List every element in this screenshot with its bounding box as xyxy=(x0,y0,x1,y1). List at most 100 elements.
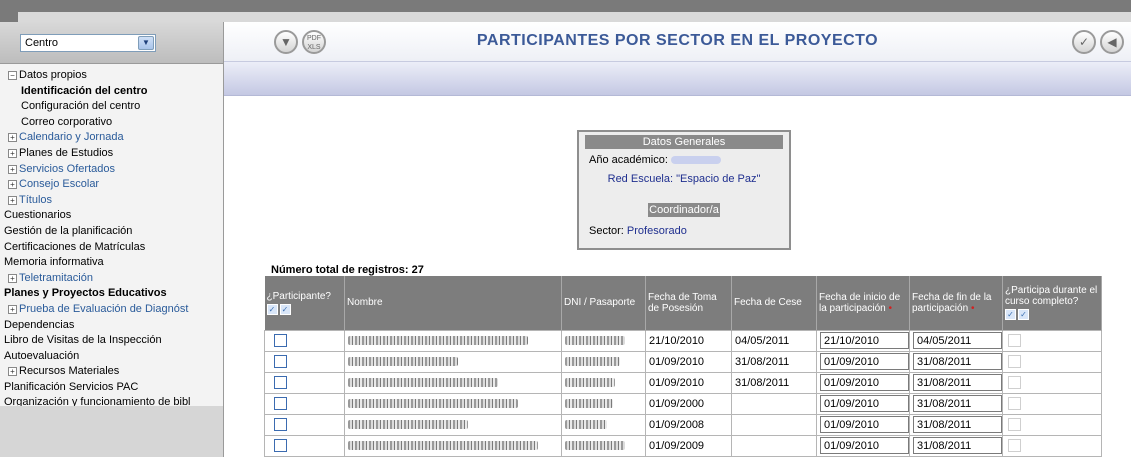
participant-cell xyxy=(264,329,345,352)
sidebar-item[interactable]: + Calendario y Jornada xyxy=(0,130,223,146)
participant-cell xyxy=(264,434,345,457)
participants-table: ¿Participante? ✓ ✓ Nombre DNI / Pasaporte… xyxy=(264,276,1102,457)
curso-completo-checkbox[interactable] xyxy=(1008,439,1021,452)
fecha-fin-cell: 04/05/2011 xyxy=(909,329,1003,352)
sidebar-item[interactable]: Planes y Proyectos Educativos xyxy=(0,286,223,302)
participant-checkbox[interactable] xyxy=(274,439,287,452)
participant-checkbox[interactable] xyxy=(274,397,287,410)
curso-completo-checkbox[interactable] xyxy=(1008,355,1021,368)
sidebar-item[interactable]: Gestión de la planificación xyxy=(0,224,223,240)
curso-completo-checkbox[interactable] xyxy=(1008,376,1021,389)
sidebar-item-label: Recursos Materiales xyxy=(19,365,120,378)
sidebar-item-label: Planificación Servicios PAC xyxy=(4,380,139,393)
sidebar-item[interactable]: Identificación del centro xyxy=(0,84,223,100)
sidebar-item[interactable]: Dependencias xyxy=(0,318,223,334)
col-curso-completo-label: ¿Participa durante el curso completo? xyxy=(1005,285,1098,308)
fecha-inicio-input[interactable]: 01/09/2010 xyxy=(820,395,909,412)
sidebar-item[interactable]: + Servicios Ofertados xyxy=(0,162,223,178)
participant-checkbox[interactable] xyxy=(274,355,287,368)
fecha-fin-input[interactable]: 31/08/2011 xyxy=(913,416,1002,433)
select-all-icon[interactable]: ✓ xyxy=(266,303,278,315)
total-records: Número total de registros: 27 xyxy=(271,264,424,276)
expand-icon[interactable]: + xyxy=(8,180,17,190)
fecha-inicio-input[interactable]: 01/09/2010 xyxy=(820,416,909,433)
expand-icon[interactable]: + xyxy=(8,164,17,174)
curso-completo-checkbox[interactable] xyxy=(1008,418,1021,431)
fecha-fin-input[interactable]: 31/08/2011 xyxy=(913,374,1002,391)
fecha-inicio-input[interactable]: 01/09/2010 xyxy=(820,437,909,454)
sidebar-item-label: Cuestionarios xyxy=(4,209,72,222)
sidebar-item[interactable]: + Recursos Materiales xyxy=(0,364,223,380)
sidebar-header: Centro ▼ xyxy=(0,22,223,64)
sidebar-item[interactable]: Correo corporativo xyxy=(0,115,223,131)
expand-icon[interactable]: + xyxy=(8,148,17,158)
academic-year-row: Año académico: xyxy=(589,154,789,166)
select-all-icon[interactable]: ✓ xyxy=(1005,309,1016,321)
curso-completo-cell xyxy=(1002,329,1102,352)
sidebar-item[interactable]: − Datos propios xyxy=(0,68,223,84)
col-dni: DNI / Pasaporte xyxy=(561,276,646,330)
expand-icon[interactable]: + xyxy=(8,367,17,377)
fecha-inicio-input[interactable]: 01/09/2010 xyxy=(820,353,909,370)
participant-cell xyxy=(264,392,345,415)
window-top-bar xyxy=(0,0,1131,22)
expand-icon[interactable]: + xyxy=(8,133,17,143)
name-redacted xyxy=(348,420,468,430)
deselect-all-icon[interactable]: ✓ xyxy=(279,303,291,315)
dni-redacted xyxy=(565,378,615,388)
sidebar-item[interactable]: + Teletramitación xyxy=(0,271,223,287)
accept-check-icon[interactable]: ✓ xyxy=(1072,30,1096,54)
sidebar-item[interactable]: + Consejo Escolar xyxy=(0,177,223,193)
dni-cell xyxy=(561,329,646,352)
dni-cell xyxy=(561,392,646,415)
expand-icon[interactable]: + xyxy=(8,273,17,283)
sidebar-item[interactable]: Autoevaluación xyxy=(0,349,223,365)
fecha-inicio-input[interactable]: 01/09/2010 xyxy=(820,374,909,391)
expand-icon[interactable]: + xyxy=(8,195,17,205)
collapse-icon[interactable]: − xyxy=(8,71,17,80)
sector-value: Profesorado xyxy=(626,225,687,237)
dni-cell xyxy=(561,371,646,394)
sidebar-item[interactable]: Memoria informativa xyxy=(0,255,223,271)
curso-completo-checkbox[interactable] xyxy=(1008,334,1021,347)
coordinator-button[interactable]: Coordinador/a xyxy=(648,203,720,217)
sidebar-item-label: Títulos xyxy=(19,193,53,206)
sidebar-item[interactable]: Cuestionarios xyxy=(0,208,223,224)
name-cell xyxy=(344,371,562,394)
participant-checkbox[interactable] xyxy=(274,376,287,389)
fecha-toma-cell: 01/09/2008 xyxy=(645,413,732,436)
fecha-cese-cell xyxy=(731,434,817,457)
section-select-value: Centro xyxy=(25,37,59,49)
fecha-toma-cell: 01/09/2010 xyxy=(645,371,732,394)
sidebar-item-label: Correo corporativo xyxy=(21,115,113,128)
fecha-fin-input[interactable]: 31/08/2011 xyxy=(913,353,1002,370)
fecha-fin-input[interactable]: 31/08/2011 xyxy=(913,437,1002,454)
sidebar-item[interactable]: Configuración del centro xyxy=(0,99,223,115)
expand-icon[interactable]: + xyxy=(8,304,17,314)
section-select[interactable]: Centro ▼ xyxy=(20,34,156,52)
fecha-cese-cell: 31/08/2011 xyxy=(731,371,817,394)
sub-toolbar xyxy=(224,62,1131,96)
name-redacted xyxy=(348,378,498,388)
sidebar-item[interactable]: Certificaciones de Matrículas xyxy=(0,240,223,256)
sidebar-item[interactable]: + Títulos xyxy=(0,193,223,209)
name-cell xyxy=(344,413,562,436)
sidebar-item-label: Memoria informativa xyxy=(4,256,104,269)
back-arrow-icon[interactable]: ◀ xyxy=(1100,30,1124,54)
fecha-fin-input[interactable]: 31/08/2011 xyxy=(913,395,1002,412)
fecha-cese-cell: 31/08/2011 xyxy=(731,350,817,373)
participant-checkbox[interactable] xyxy=(274,334,287,347)
curso-completo-checkbox[interactable] xyxy=(1008,397,1021,410)
sidebar-item[interactable]: Planificación Servicios PAC xyxy=(0,380,223,396)
fecha-fin-input[interactable]: 04/05/2011 xyxy=(913,332,1002,349)
fecha-inicio-input[interactable]: 21/10/2010 xyxy=(820,332,909,349)
dni-redacted xyxy=(565,441,625,451)
sidebar-item[interactable]: + Planes de Estudios xyxy=(0,146,223,162)
chevron-down-icon[interactable]: ▼ xyxy=(138,36,154,50)
name-redacted xyxy=(348,399,518,409)
sidebar-item[interactable]: Libro de Visitas de la Inspección xyxy=(0,333,223,349)
name-cell xyxy=(344,329,562,352)
participant-checkbox[interactable] xyxy=(274,418,287,431)
sidebar-item[interactable]: + Prueba de Evaluación de Diagnóst xyxy=(0,302,223,318)
deselect-all-icon[interactable]: ✓ xyxy=(1018,309,1029,321)
